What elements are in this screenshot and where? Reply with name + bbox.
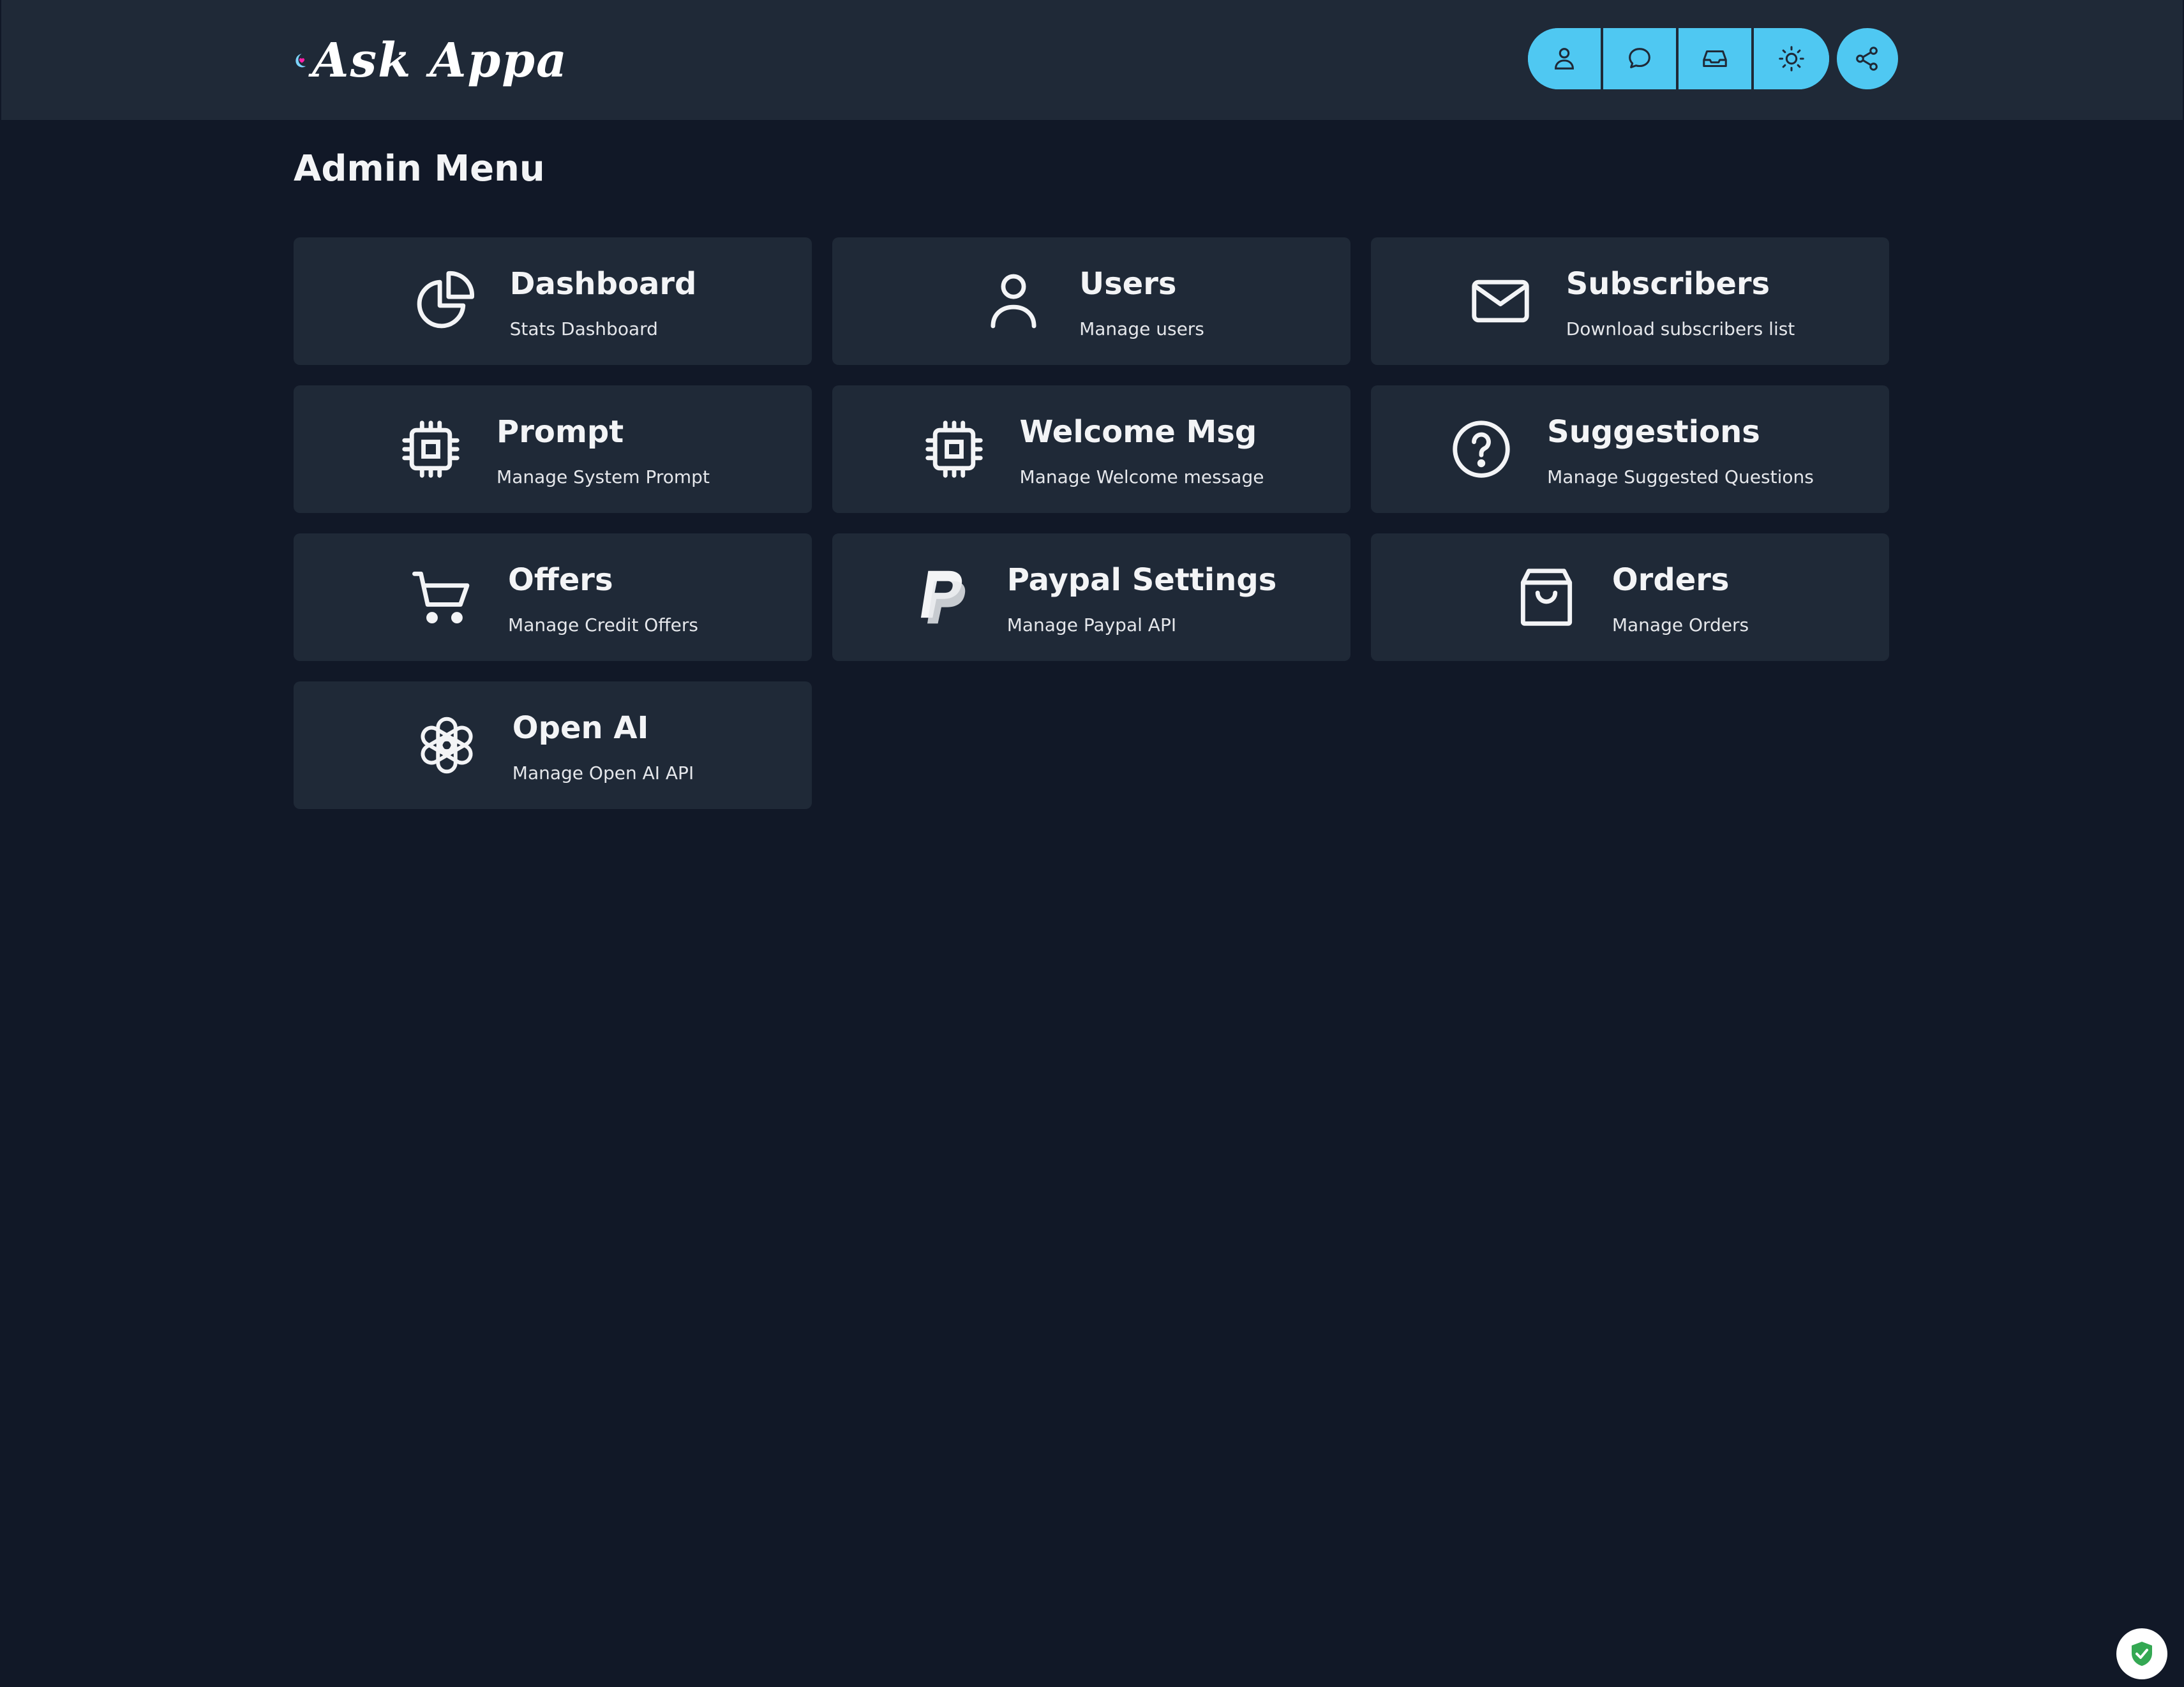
page-title: Admin Menu bbox=[294, 148, 545, 190]
share-button[interactable] bbox=[1837, 28, 1898, 89]
card-description: Manage Paypal API bbox=[1006, 614, 1177, 635]
question-circle-icon bbox=[1446, 414, 1516, 484]
card-title: Prompt bbox=[497, 413, 624, 450]
card-title: Offers bbox=[508, 561, 613, 598]
card-dashboard[interactable]: Dashboard Stats Dashboard bbox=[294, 237, 812, 365]
user-icon bbox=[978, 266, 1049, 336]
openai-icon bbox=[412, 710, 482, 780]
card-description: Manage Suggested Questions bbox=[1547, 466, 1814, 487]
shield-check-icon bbox=[2132, 1642, 2152, 1666]
logo-text: Ask Appa bbox=[312, 33, 568, 88]
moon-heart-icon bbox=[295, 54, 306, 68]
card-title: Dashboard bbox=[509, 265, 697, 302]
shopping-bag-icon bbox=[1511, 562, 1582, 632]
card-subscribers[interactable]: Subscribers Download subscribers list bbox=[1371, 237, 1889, 365]
inbox-icon bbox=[1703, 50, 1727, 68]
card-description: Manage Credit Offers bbox=[508, 614, 698, 635]
chat-bubble-icon bbox=[1629, 48, 1650, 68]
envelope-icon bbox=[1465, 266, 1536, 336]
top-navbar: Ask Appa bbox=[1, 0, 2183, 120]
user-icon bbox=[1555, 48, 1574, 70]
card-orders[interactable]: Orders Manage Orders bbox=[1371, 533, 1889, 661]
card-description: Manage Orders bbox=[1612, 614, 1749, 635]
paypal-icon bbox=[906, 562, 976, 632]
cpu-chip-icon bbox=[919, 414, 989, 484]
card-title: Open AI bbox=[512, 710, 649, 746]
card-paypal-settings[interactable]: Paypal Settings Manage Paypal API bbox=[832, 533, 1350, 661]
chat-button[interactable] bbox=[1603, 28, 1679, 89]
theme-toggle-button[interactable] bbox=[1754, 28, 1829, 89]
card-title: Paypal Settings bbox=[1006, 561, 1277, 598]
card-welcome-msg[interactable]: Welcome Msg Manage Welcome message bbox=[832, 385, 1350, 513]
card-prompt[interactable]: Prompt Manage System Prompt bbox=[294, 385, 812, 513]
sun-icon bbox=[1779, 46, 1804, 71]
pie-chart-icon bbox=[409, 266, 479, 336]
card-description: Manage Open AI API bbox=[512, 762, 694, 784]
share-icon bbox=[1856, 47, 1878, 71]
card-title: Subscribers bbox=[1566, 265, 1770, 302]
profile-button[interactable] bbox=[1528, 28, 1603, 89]
card-title: Welcome Msg bbox=[1019, 413, 1257, 450]
card-description: Manage Welcome message bbox=[1019, 466, 1264, 487]
card-users[interactable]: Users Manage users bbox=[832, 237, 1350, 365]
admin-menu-grid: Dashboard Stats Dashboard Users Manage u… bbox=[294, 237, 1889, 809]
card-open-ai[interactable]: Open AI Manage Open AI API bbox=[294, 681, 812, 809]
card-description: Manage users bbox=[1079, 318, 1204, 339]
shopping-cart-icon bbox=[407, 562, 477, 632]
card-description: Stats Dashboard bbox=[509, 318, 658, 339]
app-window: Ask Appa Admin Menu Dashboard Stats Dash… bbox=[0, 0, 2184, 1687]
inbox-button[interactable] bbox=[1679, 28, 1754, 89]
cpu-chip-icon bbox=[396, 414, 466, 484]
app-logo[interactable]: Ask Appa bbox=[294, 23, 568, 98]
header-button-group bbox=[1528, 28, 1829, 89]
card-title: Suggestions bbox=[1547, 413, 1760, 450]
card-title: Users bbox=[1079, 265, 1177, 302]
card-description: Manage System Prompt bbox=[497, 466, 710, 487]
card-description: Download subscribers list bbox=[1566, 318, 1795, 339]
security-badge[interactable] bbox=[2116, 1628, 2167, 1679]
card-suggestions[interactable]: Suggestions Manage Suggested Questions bbox=[1371, 385, 1889, 513]
card-offers[interactable]: Offers Manage Credit Offers bbox=[294, 533, 812, 661]
card-title: Orders bbox=[1612, 561, 1730, 598]
